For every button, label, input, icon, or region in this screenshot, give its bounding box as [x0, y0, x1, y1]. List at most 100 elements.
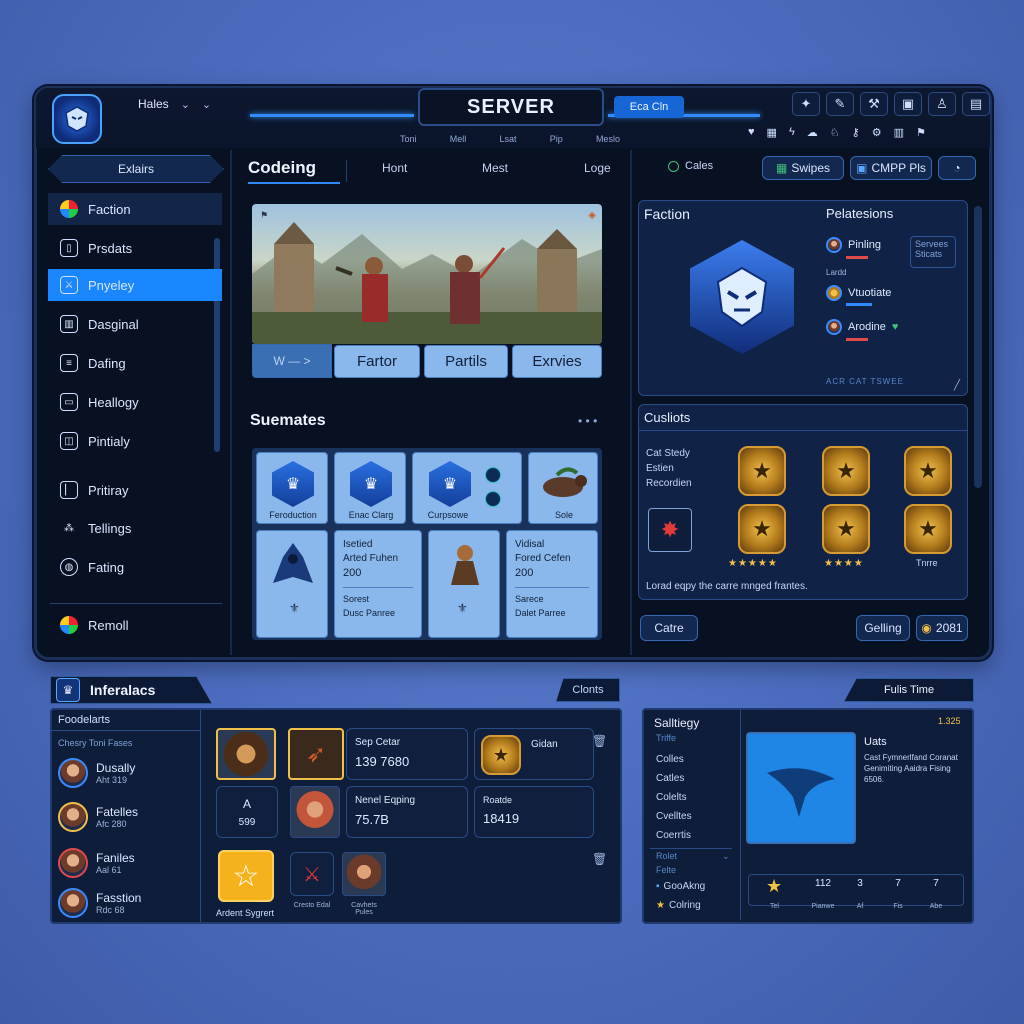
count-badge[interactable]: ◉ 2081	[916, 615, 968, 641]
sub-link[interactable]: Toni	[400, 134, 417, 144]
sidebar-item-remoll[interactable]: Remoll	[48, 609, 222, 641]
item-card[interactable]: Sep Cetar 139 7680	[346, 728, 468, 780]
sidebar-item-fating[interactable]: ◍ Fating	[48, 551, 222, 583]
red-star-icon[interactable]: ✸	[648, 508, 692, 552]
tab-hont[interactable]: Hont	[382, 161, 407, 175]
wrench-icon[interactable]: ⚒	[860, 92, 888, 116]
section-item[interactable]: Felte	[656, 865, 676, 875]
grid-icon[interactable]: ▦	[767, 126, 777, 139]
bolt-icon[interactable]: ϟ	[789, 126, 795, 139]
sub-link[interactable]: Mell	[450, 134, 467, 144]
sidebar-item-tellings[interactable]: ⁂ Tellings	[48, 512, 222, 544]
trash-icon[interactable]: 🗑	[592, 734, 607, 748]
item-card[interactable]: Nenel Eqping 75.7B	[346, 786, 468, 838]
gold-badge-icon[interactable]: ★	[904, 504, 952, 554]
server-dropdown[interactable]: Hales ⌄ ⌄	[138, 97, 211, 111]
exrvies-button[interactable]: Exrvies	[512, 345, 602, 378]
player-row[interactable]: Dusally Aht 319	[58, 758, 135, 788]
tab-mest[interactable]: Mest	[482, 161, 508, 175]
sidebar-item-prsdats[interactable]: ▯ Prsdats	[48, 232, 222, 264]
list-item[interactable]: Colelts	[656, 788, 692, 807]
key-icon[interactable]: ⚷	[852, 126, 860, 139]
image-icon[interactable]: ▣	[894, 92, 922, 116]
person-icon[interactable]: ♘	[830, 126, 840, 139]
featured-image[interactable]	[746, 732, 856, 844]
cloud-icon[interactable]: ☁	[807, 126, 818, 139]
unit-card[interactable]: ♛ Feroduction	[256, 452, 328, 524]
list-item[interactable]: Catles	[656, 769, 692, 788]
gold-badge-icon[interactable]: ★	[822, 446, 870, 496]
tab-loge[interactable]: Loge	[584, 161, 611, 175]
partils-button[interactable]: Partils	[424, 345, 508, 378]
member-row[interactable]: Pinling	[826, 237, 881, 253]
section-item[interactable]: ★ Colring	[656, 900, 701, 911]
stat-card[interactable]: Vidisal Fored Cefen 200 Sarece Dalet Par…	[506, 530, 598, 638]
gelling-button[interactable]: Gelling	[856, 615, 910, 641]
sidebar-item-pnyeley[interactable]: ⚔ Pnyeley	[48, 269, 222, 301]
hero-card[interactable]: ⚜	[256, 530, 328, 638]
hero-portrait[interactable]	[290, 786, 340, 838]
player-row[interactable]: Fasstion Rdc 68	[58, 888, 141, 918]
item-card[interactable]: Roatde 18419	[474, 786, 594, 838]
tab-codeing[interactable]: Codeing	[248, 158, 316, 178]
stat-card[interactable]: Isetied Arted Fuhen 200 Sorest Dusc Panr…	[334, 530, 422, 638]
cmpp-button[interactable]: ▣ CMPP Pls	[850, 156, 932, 180]
gold-badge-icon[interactable]: ★	[904, 446, 952, 496]
status-pill[interactable]: Eca Cln	[614, 96, 684, 118]
list-item[interactable]: Coerrtis	[656, 826, 692, 845]
gold-badge-icon[interactable]: ★	[822, 504, 870, 554]
trash-icon[interactable]: 🗑	[592, 852, 607, 866]
star-icon[interactable]: ☆	[218, 850, 274, 902]
sidebar-item-pintialy[interactable]: ◫ Pintialy	[48, 425, 222, 457]
member-row[interactable]: Vtuotiate	[826, 285, 891, 301]
sidebar-item-dasginal[interactable]: ▥ Dasginal	[48, 308, 222, 340]
resize-icon[interactable]: ╱	[954, 380, 960, 391]
sidebar-item-pritiray[interactable]: ▏ Pritiray	[48, 474, 222, 506]
item-slot-warrior[interactable]	[216, 728, 276, 780]
faction-logo[interactable]	[52, 94, 102, 144]
player-row[interactable]: Fatelles Afc 280	[58, 802, 138, 832]
sub-link[interactable]: Meslo	[596, 134, 620, 144]
hero-nav-button[interactable]: W — >	[252, 344, 332, 378]
sub-link[interactable]: Lsat	[499, 134, 516, 144]
gold-badge-icon[interactable]: ★	[738, 446, 786, 496]
sword-icon[interactable]: ⚔	[290, 852, 334, 896]
sidebar-item-dafing[interactable]: ≡ Dafing	[48, 347, 222, 379]
more-icon[interactable]: • • •	[578, 414, 597, 428]
member-row[interactable]: Arodine ♥	[826, 319, 898, 335]
chart-icon[interactable]: ▤	[962, 92, 990, 116]
pen-icon[interactable]: ✎	[826, 92, 854, 116]
hero-portrait[interactable]	[342, 852, 386, 896]
gear-icon[interactable]: ⚙	[872, 126, 882, 139]
settings-button[interactable]: ◔	[938, 156, 976, 180]
clonts-tag[interactable]: Clonts	[556, 678, 620, 702]
crossbow-icon[interactable]: ➶	[288, 728, 344, 780]
unit-card[interactable]: ♛ Enac Clarg	[334, 452, 406, 524]
person-icon[interactable]: ♙	[928, 92, 956, 116]
fulis-time-tag[interactable]: Fulis Time	[844, 678, 974, 702]
flag-icon[interactable]: ⚑	[916, 126, 926, 139]
player-row[interactable]: Faniles Aal 61	[58, 848, 135, 878]
list-item[interactable]: Cvelltes	[656, 807, 692, 826]
swipes-button[interactable]: ▦ Swipes	[762, 156, 844, 180]
book-icon[interactable]: ▥	[894, 126, 904, 139]
right-scrollbar[interactable]	[974, 206, 982, 488]
unit-card[interactable]: Sole	[528, 452, 598, 524]
sidebar-item-heallogy[interactable]: ▭ Heallogy	[48, 386, 222, 418]
fartor-button[interactable]: Fartor	[334, 345, 420, 378]
unit-card[interactable]: ♛ Curpsowe	[412, 452, 522, 524]
section-item[interactable]: ▪ GooAkng	[656, 881, 705, 892]
sub-link[interactable]: Pip	[550, 134, 563, 144]
chevron-down-icon[interactable]: ⌄	[722, 851, 730, 862]
item-card[interactable]: A 599	[216, 786, 278, 838]
gamepad-icon[interactable]: ✦	[792, 92, 820, 116]
hero-card[interactable]: ⚜	[428, 530, 500, 638]
sidebar-item-faction[interactable]: Faction	[48, 193, 222, 225]
list-item[interactable]: Colles	[656, 750, 692, 769]
heart-icon[interactable]: ♥	[748, 126, 755, 139]
cales-pill[interactable]: Cales	[668, 160, 713, 172]
item-card[interactable]: ★ Gidan	[474, 728, 594, 780]
card-title: Isetied	[343, 539, 373, 550]
catre-button[interactable]: Catre	[640, 615, 698, 641]
gold-badge-icon[interactable]: ★	[738, 504, 786, 554]
